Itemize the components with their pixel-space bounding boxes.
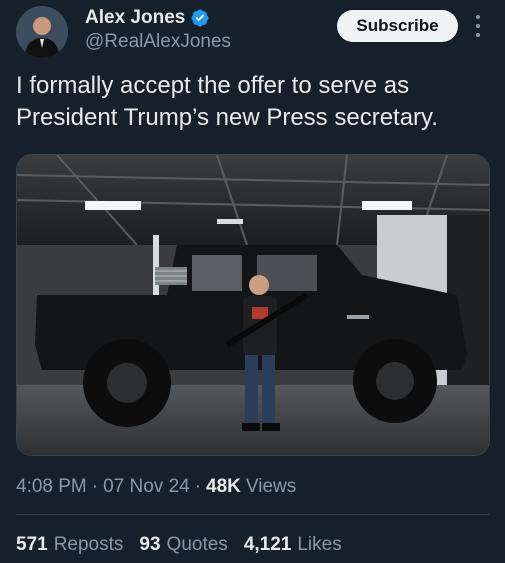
tweet-meta: 4:08 PM · 07 Nov 24 · 48K Views: [16, 476, 296, 498]
quotes-stat[interactable]: 93 Quotes: [139, 534, 227, 556]
views-count: 48K: [206, 476, 241, 497]
subscribe-button[interactable]: Subscribe: [337, 10, 458, 42]
likes-count: 4,121: [243, 534, 292, 555]
views-label: Views: [245, 476, 297, 497]
quotes-count: 93: [139, 534, 161, 555]
avatar[interactable]: [16, 6, 68, 58]
tweet-text: I formally accept the offer to serve as …: [16, 72, 438, 131]
reposts-count: 571: [16, 534, 48, 555]
separator-dot: ·: [194, 476, 202, 497]
tweet-photo[interactable]: [16, 154, 490, 456]
likes-label: Likes: [297, 534, 342, 555]
likes-stat[interactable]: 4,121 Likes: [244, 534, 342, 556]
tweet-stats: 571 Reposts 93 Quotes 4,121 Likes: [16, 534, 358, 556]
tweet-date[interactable]: 07 Nov 24: [103, 476, 190, 498]
reposts-stat[interactable]: 571 Reposts: [16, 534, 123, 556]
divider: [16, 514, 489, 515]
separator-dot: ·: [91, 476, 99, 497]
tweet-header: Alex Jones @RealAlexJones Subscribe: [0, 0, 505, 66]
tweet-time[interactable]: 4:08 PM: [16, 476, 87, 498]
more-vertical-icon[interactable]: [470, 15, 486, 37]
reposts-label: Reposts: [53, 534, 124, 555]
quotes-label: Quotes: [166, 534, 228, 555]
verified-badge-icon: [191, 9, 209, 27]
author-handle[interactable]: @RealAlexJones: [85, 31, 231, 53]
author-name[interactable]: Alex Jones: [85, 7, 185, 29]
